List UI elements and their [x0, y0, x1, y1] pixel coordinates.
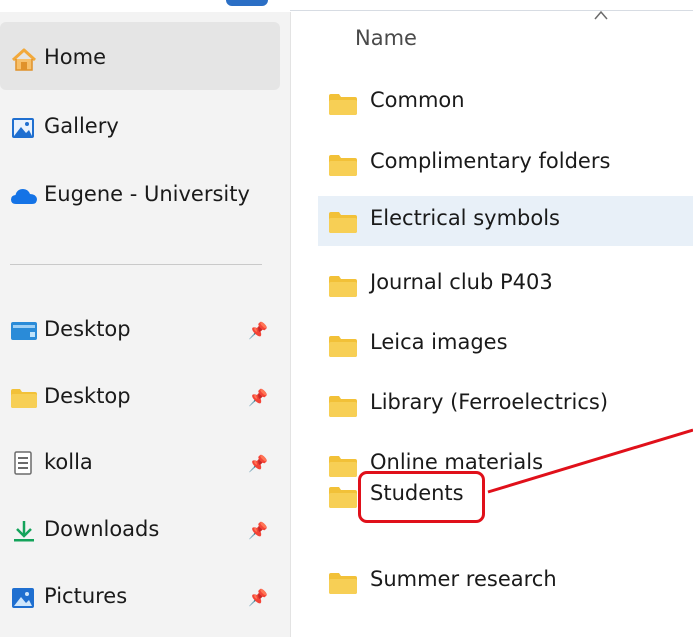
- navigation-pane: Home Gallery Eugene - University Desktop…: [0, 12, 291, 637]
- folder-icon: [329, 396, 357, 417]
- folder-icon: [329, 212, 357, 233]
- nav-item-onedrive[interactable]: Eugene - University: [0, 162, 285, 226]
- nav-item-label: Eugene - University: [44, 182, 250, 206]
- file-name: Complimentary folders: [370, 149, 611, 173]
- nav-item-gallery[interactable]: Gallery: [0, 94, 285, 158]
- home-icon: [11, 48, 37, 71]
- folder-icon: [329, 573, 357, 594]
- folder-icon: [329, 487, 357, 508]
- file-name: Journal club P403: [370, 270, 553, 294]
- folder-icon: [329, 276, 357, 297]
- pin-icon[interactable]: 📌: [248, 321, 268, 340]
- caret-up-icon: [594, 10, 608, 20]
- nav-item-downloads[interactable]: Downloads 📌: [0, 497, 285, 561]
- folder-icon: [329, 94, 357, 115]
- file-row-library-ferroelectrics[interactable]: Library (Ferroelectrics): [318, 380, 693, 430]
- tab-accent: [226, 0, 268, 6]
- folder-icon: [329, 336, 357, 357]
- nav-item-label: Desktop: [44, 317, 131, 341]
- gallery-icon: [12, 118, 34, 138]
- text-document-icon: [14, 451, 32, 475]
- pin-icon[interactable]: 📌: [248, 454, 268, 473]
- title-bar-fragment: [0, 0, 693, 12]
- nav-item-label: Home: [44, 45, 107, 69]
- nav-item-home[interactable]: Home: [0, 12, 285, 90]
- pin-icon[interactable]: 📌: [248, 388, 268, 407]
- file-name: Leica images: [370, 330, 508, 354]
- file-row-journal-club[interactable]: Journal club P403: [318, 260, 693, 310]
- file-row-common[interactable]: Common: [318, 78, 693, 128]
- nav-item-label: Desktop: [44, 384, 131, 408]
- nav-item-label: kolla: [44, 450, 93, 474]
- nav-divider: [10, 264, 262, 265]
- nav-item-pictures[interactable]: Pictures 📌: [0, 564, 285, 628]
- header-divider: [290, 10, 693, 11]
- nav-item-desktop-2[interactable]: Desktop 📌: [0, 364, 285, 428]
- onedrive-cloud-icon: [11, 189, 37, 204]
- folder-icon: [11, 389, 37, 408]
- desktop-blue-folder-icon: [11, 322, 37, 340]
- file-row-leica-images[interactable]: Leica images: [318, 320, 693, 370]
- file-row-summer-research[interactable]: Summer research: [318, 557, 693, 607]
- file-name: Common: [370, 88, 465, 112]
- name-column-header[interactable]: Name: [355, 26, 417, 50]
- pictures-icon: [12, 588, 34, 608]
- folder-icon: [329, 155, 357, 176]
- nav-item-kolla[interactable]: kolla 📌: [0, 430, 285, 494]
- nav-item-label: Gallery: [44, 114, 119, 138]
- pin-icon[interactable]: 📌: [248, 588, 268, 607]
- file-row-electrical-symbols[interactable]: Electrical symbols: [318, 196, 693, 246]
- nav-item-label: Downloads: [44, 517, 160, 541]
- file-name: Electrical symbols: [370, 206, 560, 230]
- nav-selection-highlight: [0, 22, 280, 90]
- pin-icon[interactable]: 📌: [248, 521, 268, 540]
- annotation-highlight-box: [358, 471, 485, 523]
- file-name: Library (Ferroelectrics): [370, 390, 609, 414]
- file-row-complimentary-folders[interactable]: Complimentary folders: [318, 139, 693, 189]
- nav-item-desktop-1[interactable]: Desktop 📌: [0, 297, 285, 361]
- download-arrow-icon: [14, 521, 34, 542]
- file-name: Summer research: [370, 567, 557, 591]
- nav-item-label: Pictures: [44, 584, 128, 608]
